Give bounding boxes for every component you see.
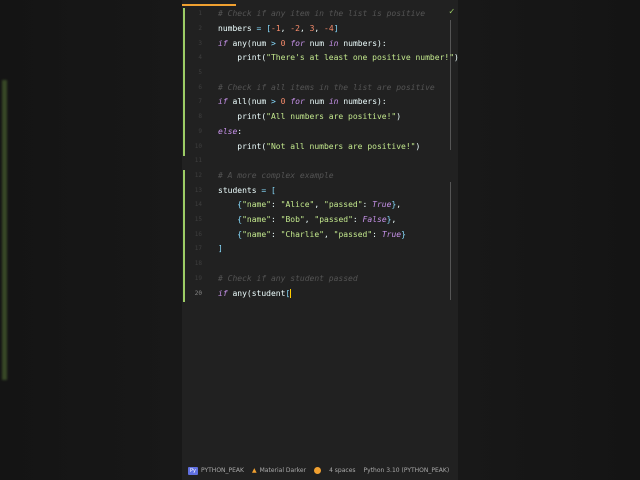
line-number: 1 [198,10,202,17]
project-name: PYTHON_PEAK [200,466,244,474]
theme-name: Material Darker [259,466,307,474]
code-line[interactable]: if any(num > 0 for num in numbers): [218,37,387,51]
code-line[interactable]: # Check if all items in the list are pos… [218,81,435,95]
code-line[interactable]: # Check if any item in the list is posit… [218,7,425,21]
line-number: 18 [194,260,202,267]
line-number: 17 [194,245,202,252]
line-number: 7 [198,98,202,105]
code-line[interactable]: if all(num > 0 for num in numbers): [218,95,387,109]
line-number: 10 [194,143,202,150]
line-number: 5 [198,69,202,76]
code-line[interactable]: print("All numbers are positive!") [218,110,401,124]
line-number: 13 [194,187,202,194]
line-number: 4 [198,54,202,61]
line-number: 11 [194,157,202,164]
indent-setting[interactable]: 4 spaces [329,467,355,474]
code-line[interactable]: ] [218,242,223,256]
line-number: 14 [194,201,202,208]
code-editor[interactable]: ✓ 1 # Check if any item in the list is po… [182,0,459,480]
vcs-change-marker [183,170,185,302]
line-number: 9 [198,128,202,135]
code-line[interactable]: numbers = [-1, -2, 3, -4] [218,22,339,36]
code-line[interactable]: students = [ [218,184,276,198]
code-line[interactable]: print("Not all numbers are positive!") [218,140,420,154]
line-number: 6 [198,84,202,91]
blurred-gutter-marker [2,80,7,380]
code-line[interactable]: {"name": "Alice", "passed": True}, [218,198,401,212]
line-number: 16 [194,231,202,238]
theme-indicator[interactable]: ▲ Material Darker [252,467,306,474]
line-number: 8 [198,113,202,120]
line-number: 2 [198,25,202,32]
theme-icon: ▲ [251,466,257,474]
check-icon: ✓ [449,7,455,17]
scrollbar[interactable] [450,182,451,300]
code-line[interactable]: # A more complex example [218,169,334,183]
project-indicator[interactable]: Py PYTHON_PEAK [188,466,244,475]
interpreter-selector[interactable]: Python 3.10 (PYTHON_PEAK) [364,467,450,474]
code-line[interactable]: # Check if any student passed [218,272,358,286]
status-bar: Py PYTHON_PEAK ▲ Material Darker 4 spaces … [182,460,458,480]
code-line[interactable]: {"name": "Charlie", "passed": True} [218,228,406,242]
vcs-change-marker [183,8,185,156]
code-line[interactable]: print("There's at least one positive num… [218,51,459,65]
status-dot-icon[interactable] [314,466,322,474]
code-line[interactable]: if any(student[ [218,287,292,301]
python-project-icon: Py [188,466,198,475]
text-cursor [290,289,292,298]
line-number: 20 [194,290,202,297]
scrollbar[interactable] [450,20,451,150]
progress-bar [182,4,236,6]
code-line[interactable]: {"name": "Bob", "passed": False}, [218,213,396,227]
line-number: 12 [194,172,202,179]
line-number: 19 [194,275,202,282]
line-number: 3 [198,40,202,47]
line-number: 15 [194,216,202,223]
code-line[interactable]: else: [218,125,242,139]
